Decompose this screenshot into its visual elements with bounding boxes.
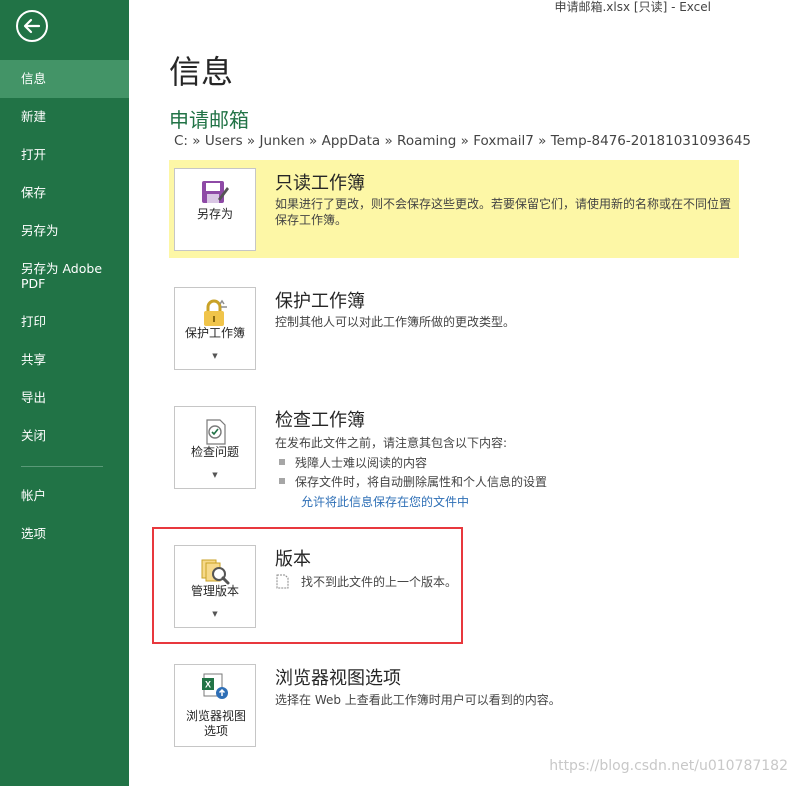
inspect-section: 检查问题 ▼ 检查工作簿 在发布此文件之前，请注意其包含以下内容: 残障人士难以… bbox=[169, 398, 739, 513]
inspect-bullet-item: 残障人士难以阅读的内容 bbox=[279, 454, 427, 471]
nav-item-print[interactable]: 打印 bbox=[0, 314, 129, 329]
nav-item-new[interactable]: 新建 bbox=[0, 109, 129, 124]
backstage-sidebar: 信息 新建 打开 保存 另存为 另存为 Adobe PDF 打印 共享 导出 关… bbox=[0, 0, 129, 786]
protect-title: 保护工作簿 bbox=[275, 291, 365, 312]
nav-item-account[interactable]: 帐户 bbox=[0, 488, 129, 503]
page-title: 信息 bbox=[169, 53, 234, 91]
window-title: 申请邮箱.xlsx [只读] - Excel bbox=[554, 0, 711, 14]
lock-icon bbox=[204, 299, 227, 326]
save-as-button-label: 另存为 bbox=[196, 207, 233, 221]
browser-view-options-button-label: 浏览器视图选项 bbox=[185, 709, 246, 738]
watermark: https://blog.csdn.net/u010787182 bbox=[549, 758, 788, 774]
readonly-description: 如果进行了更改，则不会保存这些更改。若要保留它们，请使用新的名称或在不同位置保存… bbox=[275, 197, 732, 227]
nav-item-close[interactable]: 关闭 bbox=[0, 428, 129, 443]
inspect-bullet-text: 保存文件时，将自动删除属性和个人信息的设置 bbox=[295, 475, 548, 489]
excel-web-icon: X bbox=[202, 673, 228, 699]
inspect-document-icon bbox=[206, 419, 226, 445]
nav-item-open[interactable]: 打开 bbox=[0, 147, 129, 162]
readonly-section: 另存为 只读工作簿 如果进行了更改，则不会保存这些更改。若要保留它们，请使用新的… bbox=[169, 160, 739, 258]
protect-workbook-button[interactable]: 保护工作簿 ▼ bbox=[174, 287, 256, 370]
nav-item-share[interactable]: 共享 bbox=[0, 352, 129, 367]
browser-view-description: 选择在 Web 上查看此工作簿时用户可以看到的内容。 bbox=[275, 693, 561, 707]
document-name: 申请邮箱 bbox=[169, 108, 249, 132]
dropdown-caret-icon: ▼ bbox=[212, 471, 218, 479]
annotation-highlight-box bbox=[152, 527, 463, 644]
inspect-title: 检查工作簿 bbox=[275, 410, 365, 431]
save-as-button[interactable]: 另存为 bbox=[174, 168, 256, 251]
nav-item-info[interactable]: 信息 bbox=[0, 60, 129, 98]
inspect-bullet-item: 保存文件时，将自动删除属性和个人信息的设置 bbox=[279, 473, 547, 490]
nav-item-save-as-pdf[interactable]: 另存为 Adobe PDF bbox=[0, 261, 110, 291]
readonly-title: 只读工作簿 bbox=[275, 173, 365, 194]
browser-view-options-button[interactable]: X 浏览器视图选项 bbox=[174, 664, 256, 747]
nav-item-save[interactable]: 保存 bbox=[0, 185, 129, 200]
browser-view-title: 浏览器视图选项 bbox=[275, 668, 401, 689]
nav-item-export[interactable]: 导出 bbox=[0, 390, 129, 405]
browser-view-section: X 浏览器视图选项 浏览器视图选项 选择在 Web 上查看此工作簿时用户可以看到… bbox=[169, 656, 739, 756]
svg-text:X: X bbox=[205, 680, 211, 690]
protect-description: 控制其他人可以对此工作簿所做的更改类型。 bbox=[275, 315, 516, 329]
dropdown-caret-icon: ▼ bbox=[212, 352, 218, 360]
nav-divider bbox=[21, 466, 103, 467]
inspect-description: 在发布此文件之前，请注意其包含以下内容: bbox=[275, 436, 508, 450]
nav-item-options[interactable]: 选项 bbox=[0, 526, 129, 541]
protect-section: 保护工作簿 ▼ 保护工作簿 控制其他人可以对此工作簿所做的更改类型。 bbox=[169, 280, 739, 380]
inspect-bullet-text: 残障人士难以阅读的内容 bbox=[295, 456, 428, 470]
allow-save-info-link[interactable]: 允许将此信息保存在您的文件中 bbox=[301, 493, 469, 510]
file-path-breadcrumb[interactable]: C: » Users » Junken » AppData » Roaming … bbox=[174, 133, 751, 149]
nav-item-save-as[interactable]: 另存为 bbox=[0, 223, 129, 238]
check-issues-button-label: 检查问题 bbox=[190, 445, 239, 459]
save-as-icon bbox=[202, 181, 229, 203]
back-arrow-icon bbox=[23, 18, 41, 34]
protect-workbook-button-label: 保护工作簿 bbox=[184, 326, 245, 340]
back-button[interactable] bbox=[16, 10, 48, 42]
check-issues-button[interactable]: 检查问题 ▼ bbox=[174, 406, 256, 489]
